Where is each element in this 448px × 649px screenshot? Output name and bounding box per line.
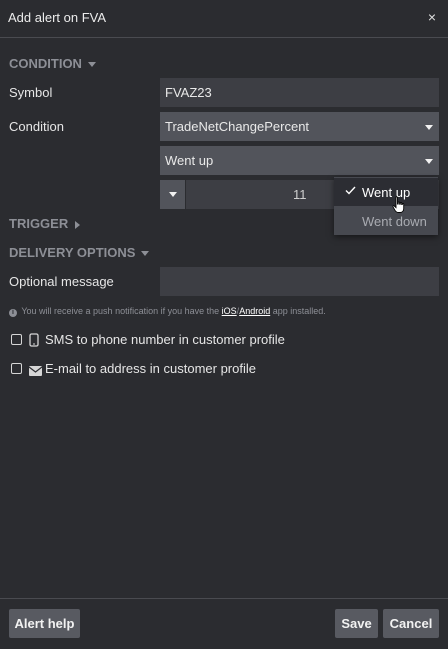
close-icon[interactable]: × — [428, 9, 436, 25]
chevron-down-icon — [425, 159, 433, 164]
envelope-icon — [28, 364, 43, 379]
condition-label: Condition — [9, 119, 64, 134]
threshold-value: 11 — [293, 187, 307, 202]
chevron-down-icon — [169, 192, 177, 197]
push-info-prefix: You will receive a push notification if … — [21, 306, 220, 316]
dialog-title: Add alert on FVA — [8, 10, 107, 25]
cancel-button[interactable]: Cancel — [383, 609, 439, 638]
message-label: Optional message — [9, 274, 114, 289]
dropdown-option-went-up[interactable]: Went up — [334, 178, 438, 206]
symbol-field[interactable]: FVAZ23 — [160, 78, 439, 107]
symbol-value: FVAZ23 — [165, 85, 212, 100]
delivery-section-toggle[interactable]: DELIVERY OPTIONS — [9, 245, 150, 260]
trigger-section-toggle[interactable]: TRIGGER — [9, 216, 81, 231]
chevron-down-icon — [87, 62, 96, 68]
direction-dropdown-menu: Went up Went down — [334, 177, 438, 235]
condition-type-select[interactable]: TradeNetChangePercent — [160, 112, 439, 141]
condition-section-toggle[interactable]: CONDITION — [9, 56, 96, 71]
trigger-section-heading: TRIGGER — [9, 216, 69, 231]
push-info-suffix: app installed. — [272, 306, 326, 316]
threshold-dropdown-button[interactable] — [160, 180, 185, 209]
condition-section-heading: CONDITION — [9, 56, 82, 71]
message-input[interactable] — [160, 267, 439, 296]
chevron-right-icon — [75, 220, 81, 229]
ios-link[interactable]: iOS — [222, 306, 237, 316]
info-icon: i — [9, 309, 17, 317]
symbol-label: Symbol — [9, 85, 53, 100]
dropdown-option-went-down[interactable]: Went down — [334, 207, 438, 235]
condition-type-value: TradeNetChangePercent — [165, 119, 310, 134]
push-info-text: i You will receive a push notification i… — [9, 306, 326, 317]
phone-icon — [29, 333, 39, 350]
chevron-down-icon — [141, 251, 150, 257]
direction-select[interactable]: Went up — [160, 146, 439, 175]
direction-value: Went up — [165, 153, 214, 168]
hand-cursor-icon — [392, 196, 406, 217]
email-label: E-mail to address in customer profile — [45, 361, 256, 376]
checkmark-icon — [345, 184, 356, 198]
email-checkbox[interactable] — [11, 363, 22, 374]
sms-checkbox[interactable] — [11, 334, 22, 345]
dialog-header: Add alert on FVA × — [0, 0, 448, 38]
chevron-down-icon — [425, 125, 433, 130]
save-button[interactable]: Save — [335, 609, 378, 638]
sms-label: SMS to phone number in customer profile — [45, 332, 285, 347]
delivery-section-heading: DELIVERY OPTIONS — [9, 245, 136, 260]
android-link[interactable]: Android — [239, 306, 270, 316]
alert-help-button[interactable]: Alert help — [9, 609, 80, 638]
